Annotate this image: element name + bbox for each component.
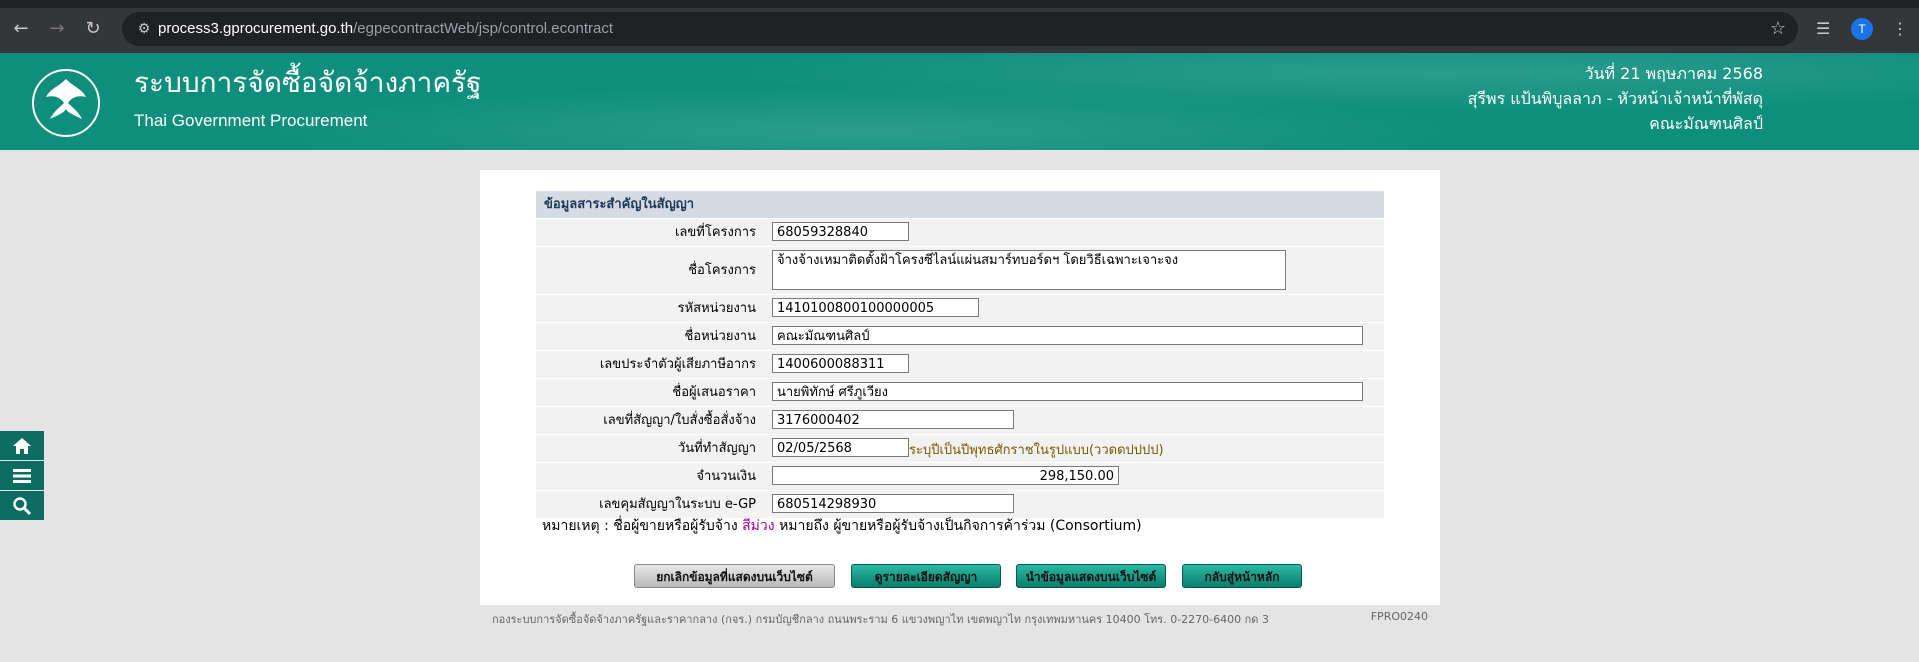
field-label: เลขที่โครงการ (536, 219, 764, 246)
field-label: จำนวนเงิน (536, 463, 764, 490)
consortium-note: หมายเหตุ : ชื่อผู้ขายหรือผู้รับจ้าง สีม่… (542, 518, 1142, 534)
view-contract-detail-button[interactable]: ดูรายละเอียดสัญญา (851, 564, 1001, 588)
field-label: เลขประจำตัวผู้เสียภาษีอากร (536, 351, 764, 378)
form-row-egp-control-number: เลขคุมสัญญาในระบบ e-GP 680514298930 (536, 490, 1384, 518)
header-user-info: วันที่ 21 พฤษภาคม 2568 สุรีพร แป้นพิบูลล… (1468, 61, 1763, 136)
form-row-contract-date: วันที่ทำสัญญา 02/05/2568 ระบุปีเป็นปีพุท… (536, 434, 1384, 462)
form-row-project-name: ชื่อโครงการ จ้างจ้างเหมาติดตั้งฝ้าโครงซี… (536, 246, 1384, 294)
user-unit: คณะมัณฑนศิลป์ (1649, 114, 1763, 133)
form-row-contract-number: เลขที่สัญญา/ใบสั่งซื้อสั่งจ้าง 317600040… (536, 406, 1384, 434)
forward-arrow-icon[interactable]: → (46, 18, 68, 40)
footer-address: กองระบบการจัดซื้อจัดจ้างภาครัฐและราคากลา… (492, 613, 1269, 626)
menu-icon (13, 468, 31, 483)
comptroller-general-logo-icon (32, 69, 100, 137)
home-button[interactable] (0, 431, 44, 460)
menu-button[interactable] (0, 461, 44, 490)
back-arrow-icon[interactable]: ← (10, 18, 32, 40)
purple-color-word: สีม่วง (742, 518, 775, 534)
reload-icon[interactable]: ↻ (82, 18, 104, 40)
field-label: เลขคุมสัญญาในระบบ e-GP (536, 491, 764, 518)
profile-avatar[interactable]: T (1851, 18, 1873, 40)
page-footer: กองระบบการจัดซื้อจัดจ้างภาครัฐและราคากลา… (492, 610, 1428, 628)
form-row-agency-name: ชื่อหน่วยงาน คณะมัณฑนศิลป์ (536, 322, 1384, 350)
bidder-name-field[interactable]: นายพิทักษ์ ศรีภูเวียง (772, 382, 1363, 401)
date-format-hint: ระบุปีเป็นปีพุทธศักราชในรูปแบบ(ววดดปปปป) (909, 443, 1164, 458)
tax-id-field[interactable]: 1400600088311 (772, 354, 909, 373)
current-date: วันที่ 21 พฤษภาคม 2568 (1584, 64, 1763, 83)
project-name-textarea[interactable]: จ้างจ้างเหมาติดตั้งฝ้าโครงซีไลน์แผ่นสมาร… (772, 250, 1286, 290)
project-number-field[interactable]: 68059328840 (772, 222, 909, 241)
publish-to-website-button[interactable]: นำข้อมูลแสดงบนเว็บไซต์ (1016, 564, 1166, 588)
browser-toolbar: ← → ↻ ⚙ process3.gprocurement.go.th/egpe… (0, 0, 1919, 53)
page-code: FPRO0240 (1370, 610, 1428, 623)
section-title: ข้อมูลสาระสำคัญในสัญญา (536, 191, 1384, 218)
contract-panel: ข้อมูลสาระสำคัญในสัญญา เลขที่โครงการ 680… (480, 170, 1440, 605)
field-label: เลขที่สัญญา/ใบสั่งซื้อสั่งจ้าง (536, 407, 764, 434)
search-button[interactable] (0, 491, 44, 520)
site-info-icon[interactable]: ⚙ (134, 19, 154, 39)
bookmark-star-icon[interactable]: ☆ (1770, 18, 1786, 39)
amount-field[interactable]: 298,150.00 (772, 466, 1119, 485)
form-row-project-number: เลขที่โครงการ 68059328840 (536, 218, 1384, 246)
field-label: ชื่อผู้เสนอราคา (536, 379, 764, 406)
field-label: ชื่อโครงการ (536, 247, 764, 294)
site-title-english: Thai Government Procurement (134, 111, 368, 130)
contract-form: ข้อมูลสาระสำคัญในสัญญา เลขที่โครงการ 680… (536, 191, 1384, 518)
form-row-agency-code: รหัสหน่วยงาน 1410100800100000005 (536, 294, 1384, 322)
contract-number-field[interactable]: 3176000402 (772, 410, 1014, 429)
site-title-thai: ระบบการจัดซื้อจัดจ้างภาครัฐ (134, 66, 482, 99)
field-label: ชื่อหน่วยงาน (536, 323, 764, 350)
form-row-amount: จำนวนเงิน 298,150.00 (536, 462, 1384, 490)
user-name-role: สุรีพร แป้นพิบูลลาภ - หัวหน้าเจ้าหน้าที่… (1467, 89, 1763, 108)
field-label: รหัสหน่วยงาน (536, 295, 764, 322)
search-icon (13, 496, 32, 515)
agency-name-field[interactable]: คณะมัณฑนศิลป์ (772, 326, 1363, 345)
tab-strip (0, 0, 1919, 8)
form-row-tax-id: เลขประจำตัวผู้เสียภาษีอากร 1400600088311 (536, 350, 1384, 378)
site-header: ระบบการจัดซื้อจัดจ้างภาครัฐ Thai Governm… (0, 53, 1919, 150)
more-menu-icon[interactable]: ⋮ (1892, 18, 1908, 40)
contract-date-field[interactable]: 02/05/2568 (772, 438, 909, 457)
form-row-bidder-name: ชื่อผู้เสนอราคา นายพิทักษ์ ศรีภูเวียง (536, 378, 1384, 406)
action-buttons: ยกเลิกข้อมูลที่แสดงบนเว็บไซต์ ดูรายละเอี… (480, 564, 1440, 590)
reading-list-icon[interactable]: ☰ (1816, 18, 1830, 40)
egp-control-number-field[interactable]: 680514298930 (772, 494, 1014, 513)
side-nav (0, 431, 44, 521)
home-icon (13, 437, 31, 454)
back-to-main-button[interactable]: กลับสู่หน้าหลัก (1182, 564, 1302, 588)
cancel-display-button[interactable]: ยกเลิกข้อมูลที่แสดงบนเว็บไซต์ (634, 564, 835, 588)
field-label: วันที่ทำสัญญา (536, 435, 764, 462)
url-text[interactable]: process3.gprocurement.go.th/egpecontract… (158, 20, 613, 37)
agency-code-field[interactable]: 1410100800100000005 (772, 298, 979, 317)
address-bar[interactable]: ⚙ process3.gprocurement.go.th/egpecontra… (122, 12, 1798, 46)
